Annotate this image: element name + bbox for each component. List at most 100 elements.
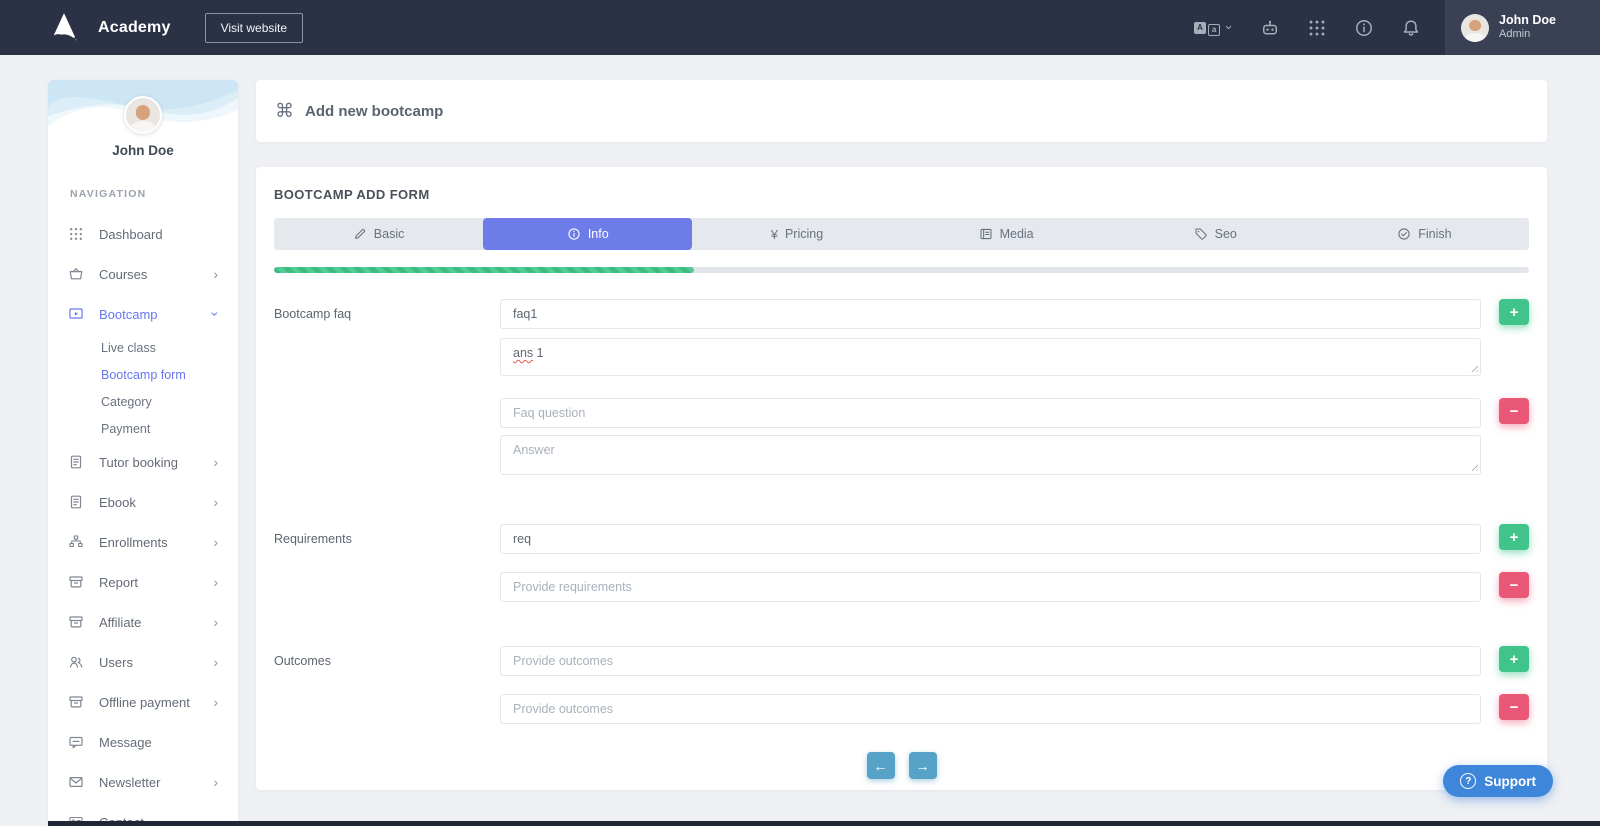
sidebar-item-newsletter[interactable]: Newsletter › [48, 762, 238, 802]
academy-logo-icon [46, 11, 82, 45]
brand-name: Academy [98, 19, 171, 37]
previous-step-button[interactable]: ← [867, 752, 895, 779]
help-icon[interactable] [1354, 18, 1374, 38]
sidebar-item-enrollments[interactable]: Enrollments › [48, 522, 238, 562]
next-step-button[interactable]: → [909, 752, 937, 779]
language-icon: A [1194, 22, 1206, 34]
main-content: ⌘ Add new bootcamp BOOTCAMP ADD FORM Bas… [256, 80, 1547, 790]
file-icon [68, 494, 84, 510]
tag-icon [1194, 227, 1208, 241]
mail-icon [68, 774, 84, 790]
sidebar-subitem-payment[interactable]: Payment [48, 415, 238, 442]
sidebar-item-offline-payment[interactable]: Offline payment › [48, 682, 238, 722]
archive-icon [68, 694, 84, 710]
archive-icon [68, 574, 84, 590]
faq-add-button[interactable]: + [1499, 299, 1529, 325]
faq-answer-input-2[interactable] [500, 435, 1481, 475]
grid-icon [68, 226, 84, 242]
chevron-right-icon: › [213, 534, 218, 550]
bot-icon[interactable] [1260, 18, 1280, 38]
yen-icon: ¥ [771, 227, 778, 242]
chevron-right-icon: › [213, 266, 218, 282]
user-name: John Doe [1499, 13, 1556, 29]
tab-pricing[interactable]: ¥ Pricing [692, 218, 901, 250]
requirements-remove-button[interactable]: − [1499, 572, 1529, 598]
sitemap-icon [68, 534, 84, 550]
chevron-right-icon: › [213, 774, 218, 790]
sidebar-subitem-bootcamp-form[interactable]: Bootcamp form [48, 361, 238, 388]
sidebar-item-users[interactable]: Users › [48, 642, 238, 682]
faq-answer-input-1[interactable]: ans 1 [500, 338, 1481, 376]
brand: Academy Visit website [0, 11, 303, 45]
tab-seo[interactable]: Seo [1111, 218, 1320, 250]
wizard-progress-bar [274, 267, 1529, 273]
tab-basic[interactable]: Basic [274, 218, 483, 250]
sidebar-item-courses[interactable]: Courses › [48, 254, 238, 294]
sidebar-item-report[interactable]: Report › [48, 562, 238, 602]
sidebar-profile-name: John Doe [48, 143, 238, 158]
faq-question-input-1[interactable] [500, 299, 1481, 329]
bottom-edge-strip [48, 821, 1600, 826]
requirements-label: Requirements [274, 524, 500, 602]
chevron-right-icon: › [213, 494, 218, 510]
sidebar-item-bootcamp[interactable]: Bootcamp › [48, 294, 238, 334]
tab-media[interactable]: Media [902, 218, 1111, 250]
outcomes-section: Outcomes + − [274, 646, 1529, 724]
faq-question-input-2[interactable] [500, 398, 1481, 428]
help-icon: ? [1460, 773, 1476, 789]
outcomes-label: Outcomes [274, 646, 500, 724]
faq-section: Bootcamp faq + ans 1 − [274, 299, 1529, 475]
tab-finish[interactable]: Finish [1320, 218, 1529, 250]
user-avatar [1461, 14, 1489, 42]
sidebar-item-tutor-booking[interactable]: Tutor booking › [48, 442, 238, 482]
basket-icon [68, 266, 84, 282]
support-button[interactable]: ? Support [1443, 765, 1553, 797]
outcomes-input-1[interactable] [500, 646, 1481, 676]
chat-icon [68, 734, 84, 750]
bell-icon[interactable] [1401, 18, 1421, 38]
outcomes-add-button[interactable]: + [1499, 646, 1529, 672]
faq-remove-button[interactable]: − [1499, 398, 1529, 424]
sidebar-subitem-live-class[interactable]: Live class [48, 334, 238, 361]
chevron-down-icon [1224, 23, 1233, 32]
wizard-navigation: ← → [274, 752, 1529, 779]
sidebar-nav: Dashboard Courses › Bootcamp › Live clas… [48, 214, 238, 826]
wizard-progress-fill [274, 267, 694, 273]
apps-grid-icon[interactable] [1307, 18, 1327, 38]
info-icon [567, 227, 581, 241]
chevron-right-icon: › [213, 654, 218, 670]
bootcamp-form-card: BOOTCAMP ADD FORM Basic Info ¥ Pricing M… [256, 167, 1547, 790]
sidebar-item-affiliate[interactable]: Affiliate › [48, 602, 238, 642]
tab-info[interactable]: Info [483, 218, 692, 250]
user-menu[interactable]: John Doe Admin [1445, 0, 1600, 55]
wizard-tabs: Basic Info ¥ Pricing Media Seo Finish [274, 218, 1529, 250]
users-icon [68, 654, 84, 670]
requirements-input-2[interactable] [500, 572, 1481, 602]
sidebar-subitem-category[interactable]: Category [48, 388, 238, 415]
sidebar-item-ebook[interactable]: Ebook › [48, 482, 238, 522]
file-icon [68, 454, 84, 470]
sidebar-avatar [124, 96, 162, 134]
image-icon [979, 227, 993, 241]
visit-website-button[interactable]: Visit website [205, 13, 303, 43]
requirements-input-1[interactable] [500, 524, 1481, 554]
chevron-right-icon: › [213, 574, 218, 590]
sidebar-item-dashboard[interactable]: Dashboard [48, 214, 238, 254]
form-title: BOOTCAMP ADD FORM [274, 187, 1529, 202]
page-header-card: ⌘ Add new bootcamp [256, 80, 1547, 142]
top-navbar: Academy Visit website A a John Doe Admin [0, 0, 1600, 55]
language-selector[interactable]: A a [1194, 20, 1233, 36]
archive-icon [68, 614, 84, 630]
pencil-icon [353, 227, 367, 241]
chevron-right-icon: › [213, 454, 218, 470]
check-circle-icon [1397, 227, 1411, 241]
requirements-add-button[interactable]: + [1499, 524, 1529, 550]
outcomes-input-2[interactable] [500, 694, 1481, 724]
outcomes-remove-button[interactable]: − [1499, 694, 1529, 720]
command-icon: ⌘ [275, 100, 294, 123]
chevron-right-icon: › [213, 694, 218, 710]
requirements-section: Requirements + − [274, 524, 1529, 602]
chevron-down-icon: › [208, 312, 224, 317]
sidebar-item-message[interactable]: Message [48, 722, 238, 762]
cast-icon [68, 306, 84, 322]
